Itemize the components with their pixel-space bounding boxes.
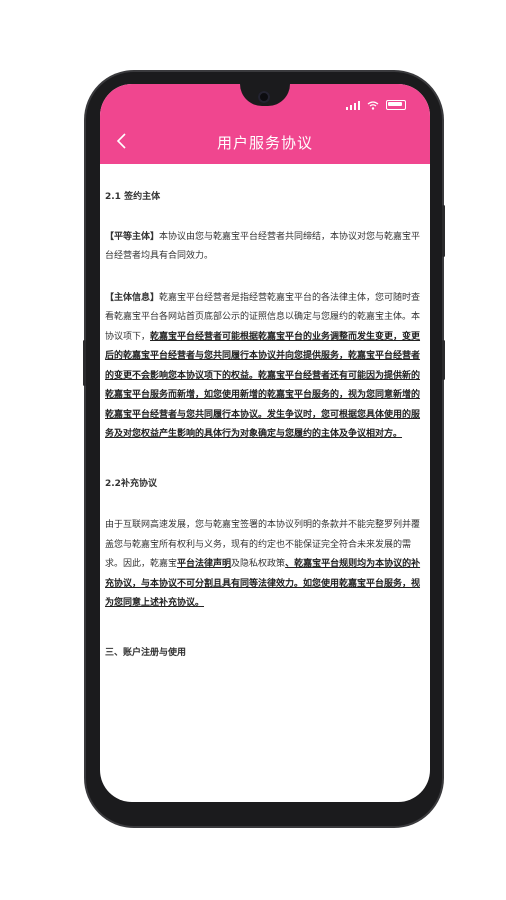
screen: 用户服务协议 2.1 签约主体 【平等主体】本协议由您与乾嘉宝平台经营者共同缔结… <box>100 84 430 802</box>
camera-icon <box>258 91 270 103</box>
legal-statement-link[interactable]: 平台法律声明 <box>177 559 231 569</box>
paragraph-subject-info: 【主体信息】乾嘉宝平台经营者是指经营乾嘉宝平台的各法律主体，您可随时查看乾嘉宝平… <box>105 289 423 445</box>
signal-icon <box>346 100 360 110</box>
side-button-left <box>83 340 86 386</box>
page-title: 用户服务协议 <box>216 134 313 152</box>
wifi-icon <box>367 100 379 110</box>
text-and: 及 <box>231 559 241 569</box>
paragraph-supplement: 由于互联网高速发展，您与乾嘉宝签署的本协议列明的条款并不能完整罗列并覆盖您与乾嘉… <box>105 516 423 614</box>
label-subject-info: 【主体信息】 <box>105 292 160 303</box>
section-heading-3: 三、账户注册与使用 <box>105 647 187 658</box>
section-heading-2-1: 2.1 签约主体 <box>105 192 161 202</box>
agreement-content: 2.1 签约主体 【平等主体】本协议由您与乾嘉宝平台经营者共同缔结，本协议对您与… <box>105 188 423 663</box>
label-equal-subject: 【平等主体】 <box>105 231 160 242</box>
section-heading-2-2: 2.2补充协议 <box>105 478 157 489</box>
underlined-subject-info: 乾嘉宝平台经营者可能根据乾嘉宝平台的业务调整而发生变更，变更后的乾嘉宝平台经营者… <box>105 331 421 440</box>
privacy-policy-link[interactable]: 隐私权政策 <box>240 559 285 569</box>
status-bar <box>346 100 406 110</box>
volume-button <box>442 205 445 257</box>
power-button <box>442 340 445 380</box>
paragraph-equal-subject: 【平等主体】本协议由您与乾嘉宝平台经营者共同缔结，本协议对您与乾嘉宝平台经营者均… <box>105 228 423 267</box>
app-header: 用户服务协议 <box>100 84 430 164</box>
battery-icon <box>386 100 406 110</box>
